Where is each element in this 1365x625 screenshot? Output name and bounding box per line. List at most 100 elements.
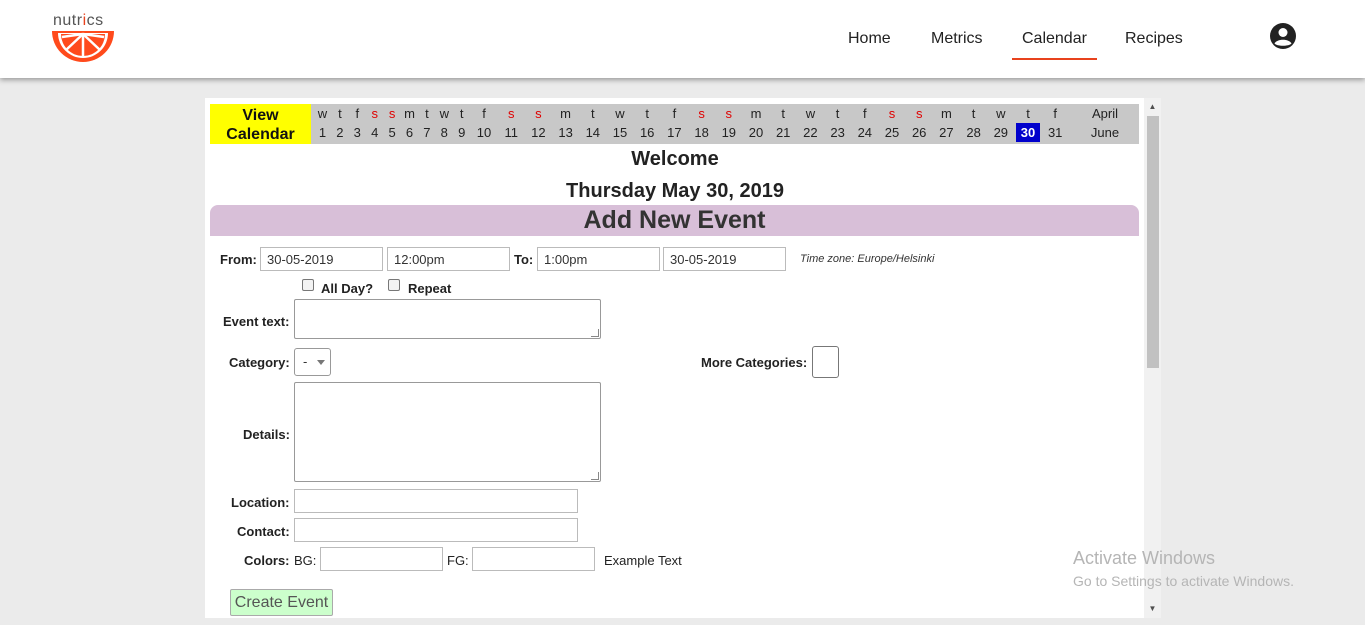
calendar-day-25[interactable]: s 25 <box>880 104 904 144</box>
calendar-day-31[interactable]: f 31 <box>1043 104 1067 144</box>
day-number[interactable]: 12 <box>526 123 550 142</box>
fg-color-input[interactable] <box>472 547 595 571</box>
weekday-letter: w <box>439 106 449 121</box>
day-number[interactable]: 25 <box>880 123 904 142</box>
calendar-day-9[interactable]: t9 <box>453 104 470 144</box>
nav-calendar[interactable]: Calendar <box>1012 30 1097 60</box>
account-circle-icon[interactable] <box>1269 22 1297 50</box>
day-number[interactable]: 19 <box>717 123 741 142</box>
bg-color-input[interactable] <box>320 547 443 571</box>
prev-month-link[interactable]: April <box>1080 104 1130 123</box>
day-number[interactable]: 18 <box>690 123 714 142</box>
day-number[interactable]: 26 <box>907 123 931 142</box>
next-month-link[interactable]: June <box>1080 123 1130 142</box>
weekday-letter: t <box>645 106 649 121</box>
day-number[interactable]: 10 <box>472 123 496 142</box>
to-time-input[interactable] <box>537 247 660 271</box>
calendar-day-27[interactable]: m 27 <box>934 104 958 144</box>
calendar-day-24[interactable]: f 24 <box>853 104 877 144</box>
day-number[interactable]: 15 <box>608 123 632 142</box>
day-number[interactable]: 13 <box>554 123 578 142</box>
vertical-scrollbar[interactable]: ▲ ▼ <box>1144 98 1161 618</box>
day-number[interactable]: 2 <box>331 123 348 142</box>
calendar-day-21[interactable]: t 21 <box>771 104 795 144</box>
contact-input[interactable] <box>294 518 578 542</box>
nav-metrics[interactable]: Metrics <box>931 30 983 58</box>
calendar-day-7[interactable]: t7 <box>418 104 435 144</box>
day-number[interactable]: 24 <box>853 123 877 142</box>
weekday-letter: t <box>425 106 429 121</box>
day-number[interactable]: 30 <box>1016 123 1040 142</box>
day-number[interactable]: 11 <box>499 123 523 142</box>
weekday-letter: m <box>940 106 952 121</box>
view-calendar-link[interactable]: View Calendar <box>210 104 311 144</box>
day-number[interactable]: 20 <box>744 123 768 142</box>
day-number[interactable]: 7 <box>418 123 435 142</box>
create-event-button[interactable]: Create Event <box>230 589 333 616</box>
nav-recipes[interactable]: Recipes <box>1125 30 1183 58</box>
day-number[interactable]: 16 <box>635 123 659 142</box>
calendar-day-8[interactable]: w8 <box>436 104 453 144</box>
day-number[interactable]: 3 <box>349 123 366 142</box>
calendar-day-14[interactable]: t 14 <box>581 104 605 144</box>
day-number[interactable]: 4 <box>366 123 383 142</box>
calendar-day-2[interactable]: t2 <box>331 104 348 144</box>
scroll-down-icon[interactable]: ▼ <box>1144 602 1161 616</box>
day-number[interactable]: 21 <box>771 123 795 142</box>
day-number[interactable]: 9 <box>453 123 470 142</box>
day-number[interactable]: 6 <box>401 123 418 142</box>
calendar-day-23[interactable]: t 23 <box>826 104 850 144</box>
calendar-day-22[interactable]: w 22 <box>798 104 822 144</box>
calendar-frame: View Calendar w 1 t 2 f 3 s 4 s 5 m 6 t 7 w 8 t 9 f 10 s 11 s 1… <box>205 98 1161 618</box>
day-number[interactable]: 14 <box>581 123 605 142</box>
calendar-day-3[interactable]: f3 <box>349 104 366 144</box>
weekday-letter: t <box>338 106 342 121</box>
calendar-day-20[interactable]: m 20 <box>744 104 768 144</box>
day-number[interactable]: 1 <box>314 123 331 142</box>
scroll-up-icon[interactable]: ▲ <box>1144 100 1161 114</box>
calendar-day-28[interactable]: t 28 <box>962 104 986 144</box>
calendar-day-18[interactable]: s 18 <box>690 104 714 144</box>
calendar-day-11[interactable]: s 11 <box>499 104 523 144</box>
from-date-input[interactable] <box>260 247 383 271</box>
all-day-checkbox[interactable] <box>302 279 314 291</box>
weekday-letter: f <box>862 106 867 121</box>
day-number[interactable]: 17 <box>662 123 686 142</box>
day-number[interactable]: 23 <box>826 123 850 142</box>
calendar-day-19[interactable]: s 19 <box>717 104 741 144</box>
calendar-day-12[interactable]: s 12 <box>526 104 550 144</box>
calendar-day-5[interactable]: s5 <box>384 104 401 144</box>
calendar-day-13[interactable]: m 13 <box>554 104 578 144</box>
nutrics-logo[interactable]: nutrics <box>50 12 120 64</box>
resize-grip-icon[interactable] <box>591 329 599 337</box>
weekday-letter: m <box>750 106 762 121</box>
calendar-day-17[interactable]: f 17 <box>662 104 686 144</box>
calendar-day-16[interactable]: t 16 <box>635 104 659 144</box>
location-input[interactable] <box>294 489 578 513</box>
calendar-day-26[interactable]: s 26 <box>907 104 931 144</box>
category-select[interactable]: - <box>294 348 331 376</box>
nav-home[interactable]: Home <box>848 30 891 58</box>
day-number[interactable]: 5 <box>384 123 401 142</box>
from-time-input[interactable] <box>387 247 510 271</box>
day-number[interactable]: 29 <box>989 123 1013 142</box>
details-input[interactable] <box>294 382 601 482</box>
to-date-input[interactable] <box>663 247 786 271</box>
day-number[interactable]: 27 <box>934 123 958 142</box>
calendar-day-29[interactable]: w 29 <box>989 104 1013 144</box>
day-number[interactable]: 22 <box>798 123 822 142</box>
day-number[interactable]: 31 <box>1043 123 1067 142</box>
calendar-day-1[interactable]: w1 <box>314 104 331 144</box>
scrollbar-thumb[interactable] <box>1147 116 1159 368</box>
calendar-day-30[interactable]: t 30 <box>1016 104 1040 144</box>
more-categories-select[interactable] <box>812 346 839 378</box>
event-text-input[interactable] <box>294 299 601 339</box>
calendar-day-6[interactable]: m6 <box>401 104 418 144</box>
repeat-checkbox[interactable] <box>388 279 400 291</box>
calendar-day-10[interactable]: f 10 <box>472 104 496 144</box>
day-number[interactable]: 8 <box>436 123 453 142</box>
day-number[interactable]: 28 <box>962 123 986 142</box>
resize-grip-icon[interactable] <box>591 472 599 480</box>
calendar-day-15[interactable]: w 15 <box>608 104 632 144</box>
calendar-day-4[interactable]: s4 <box>366 104 383 144</box>
